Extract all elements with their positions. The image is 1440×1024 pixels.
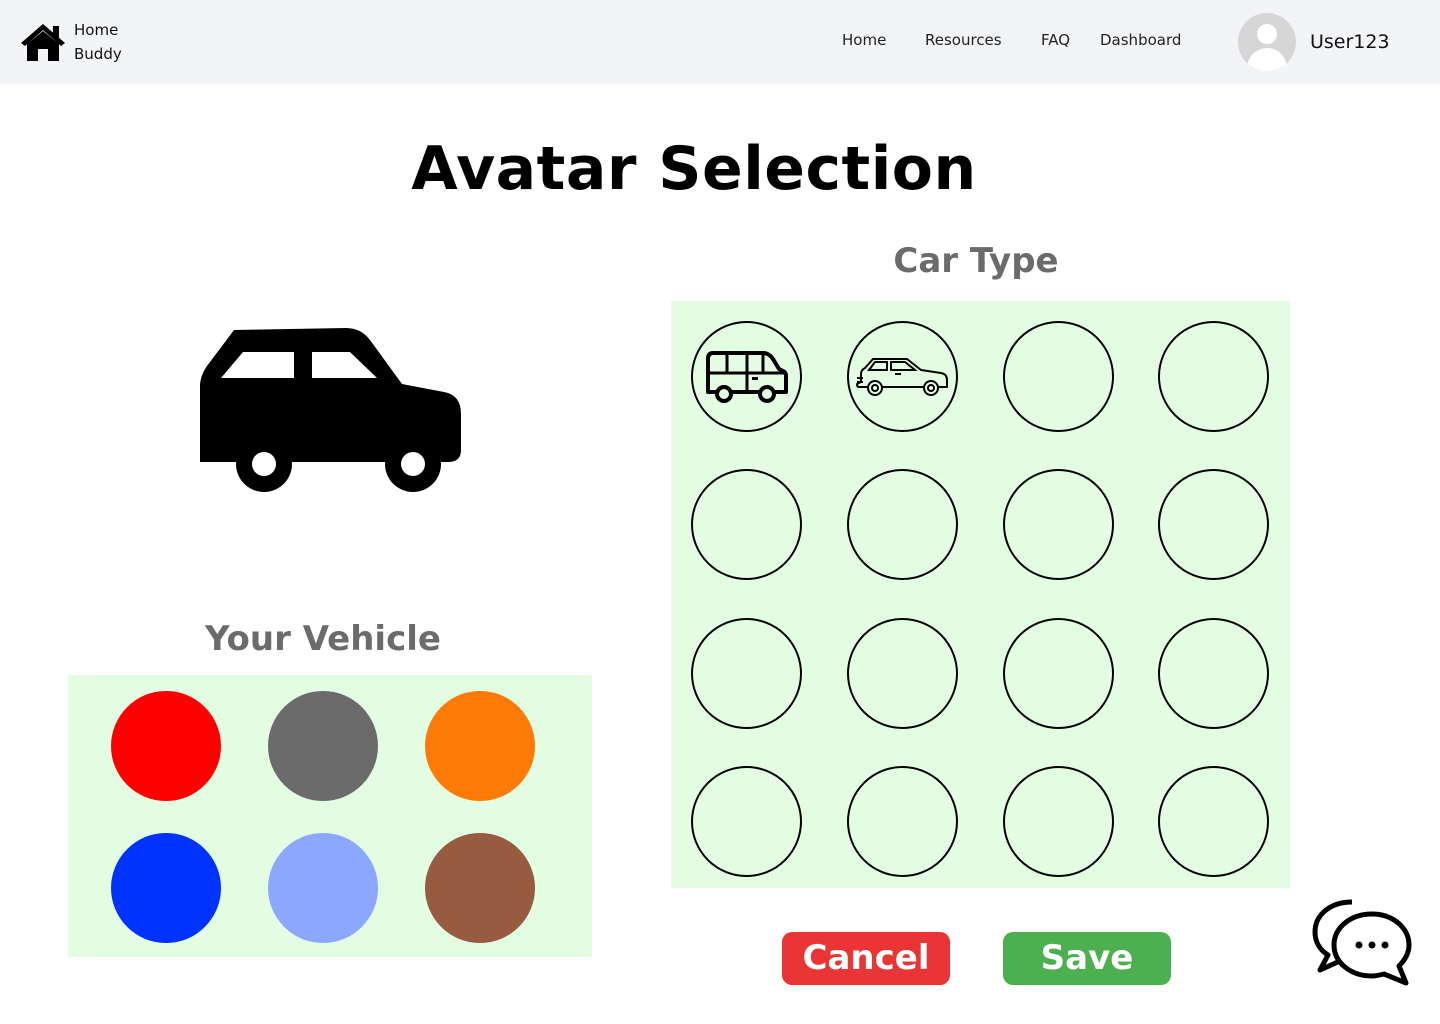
user-avatar-icon (1238, 13, 1296, 71)
color-swatch-light-blue[interactable] (268, 833, 378, 943)
house-icon (21, 24, 65, 61)
car-type-slot-empty[interactable] (1003, 766, 1114, 877)
nav-resources[interactable]: Resources (925, 31, 1002, 49)
van-icon (705, 350, 788, 403)
car-type-slot-empty[interactable] (1003, 469, 1114, 580)
car-type-section-title: Car Type (893, 241, 1059, 281)
car-type-panel (671, 301, 1290, 888)
car-type-slot-empty[interactable] (1158, 321, 1269, 432)
color-swatch-orange[interactable] (425, 691, 535, 801)
page-title: Avatar Selection (411, 134, 977, 204)
color-swatch-blue[interactable] (111, 833, 221, 943)
car-type-slot-empty[interactable] (1158, 766, 1269, 877)
car-type-slot-empty[interactable] (691, 618, 802, 729)
car-type-slot-empty[interactable] (1003, 321, 1114, 432)
car-type-slot-empty[interactable] (691, 469, 802, 580)
top-navigation-bar: Home Buddy Home Resources FAQ Dashboard … (0, 0, 1440, 84)
car-type-slot-empty[interactable] (1003, 618, 1114, 729)
save-button[interactable]: Save (1003, 932, 1171, 985)
vehicle-section-title: Your Vehicle (205, 619, 441, 659)
car-type-slot-empty[interactable] (691, 766, 802, 877)
nav-dashboard[interactable]: Dashboard (1100, 31, 1181, 49)
car-type-slot-empty[interactable] (847, 618, 958, 729)
car-type-slot-empty[interactable] (847, 469, 958, 580)
brand-name: Home Buddy (74, 18, 122, 66)
car-type-slot-suv[interactable] (847, 321, 958, 432)
suv-icon (855, 357, 948, 396)
nav-home[interactable]: Home (842, 31, 886, 49)
car-type-slot-empty[interactable] (1158, 469, 1269, 580)
username: User123 (1310, 31, 1390, 53)
color-swatch-gray[interactable] (268, 691, 378, 801)
brand-logo[interactable]: Home Buddy (20, 18, 122, 66)
user-menu[interactable]: User123 (1238, 13, 1390, 71)
car-type-slot-empty[interactable] (847, 766, 958, 877)
chat-bubbles-icon (1312, 899, 1412, 986)
color-selection-panel (68, 675, 592, 957)
car-type-slot-empty[interactable] (1158, 618, 1269, 729)
color-swatch-brown[interactable] (425, 833, 535, 943)
color-swatch-red[interactable] (111, 691, 221, 801)
brand-line-2: Buddy (74, 45, 122, 63)
car-icon (200, 328, 461, 492)
cancel-button[interactable]: Cancel (782, 932, 950, 985)
car-type-slot-van[interactable] (691, 321, 802, 432)
brand-line-1: Home (74, 21, 119, 39)
vehicle-preview (196, 322, 464, 500)
nav-faq[interactable]: FAQ (1041, 31, 1070, 49)
chat-button[interactable] (1312, 898, 1412, 992)
